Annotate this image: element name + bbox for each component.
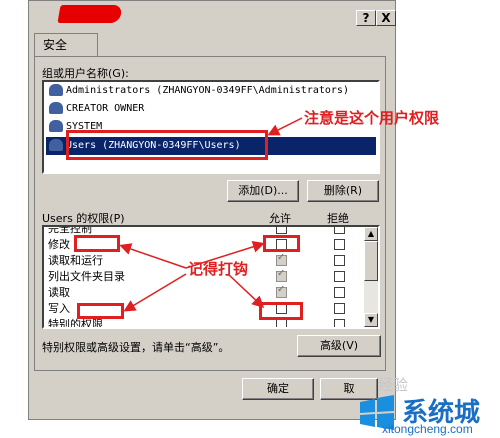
annotation-arrows xyxy=(119,117,303,312)
annotation-check-note: 记得打钩 xyxy=(188,260,249,278)
watermark-url: xitongcheng.com xyxy=(382,422,473,436)
annotation-user-note: 注意是这个用户权限 xyxy=(304,109,440,127)
